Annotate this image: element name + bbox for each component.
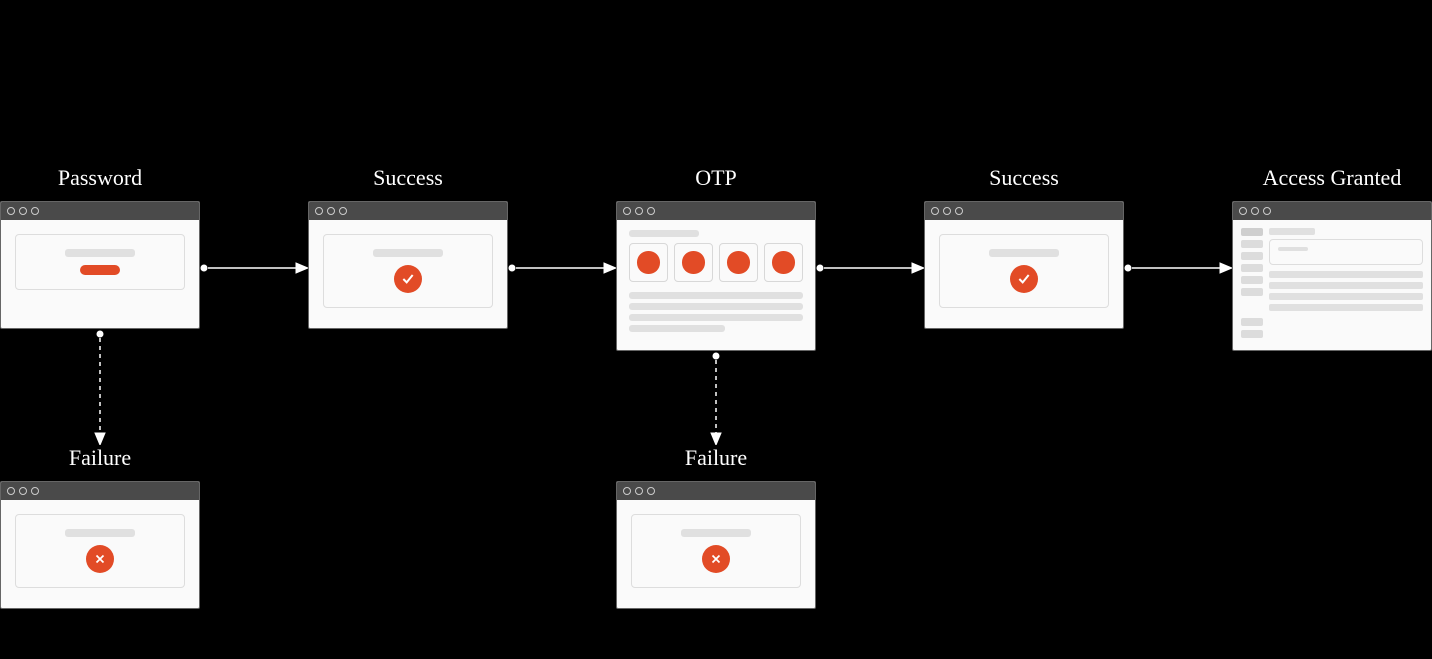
arrow-right-icon (816, 262, 924, 274)
check-icon (394, 265, 422, 293)
placeholder-bar (629, 303, 803, 310)
check-icon (1010, 265, 1038, 293)
otp-panel (617, 220, 815, 350)
node-failure-2: Failure (616, 445, 816, 609)
node-label: Password (0, 165, 200, 191)
placeholder-bar (629, 230, 699, 237)
arrow-right-icon (1124, 262, 1232, 274)
window-mock (924, 201, 1124, 329)
node-label: Failure (616, 445, 816, 471)
arrow-right-icon (200, 262, 308, 274)
window-titlebar (1, 482, 199, 500)
window-mock (308, 201, 508, 329)
node-failure-1: Failure (0, 445, 200, 609)
otp-digit (629, 243, 668, 282)
submit-pill (80, 265, 120, 275)
content-mock (1269, 228, 1423, 342)
window-titlebar (925, 202, 1123, 220)
access-panel (1233, 220, 1431, 350)
placeholder-bar (65, 529, 135, 537)
placeholder-bar (681, 529, 751, 537)
node-success-2: Success (924, 165, 1124, 329)
window-titlebar (1, 202, 199, 220)
failure-panel (15, 514, 185, 588)
otp-digit (719, 243, 758, 282)
password-panel (15, 234, 185, 290)
window-titlebar (617, 202, 815, 220)
window-titlebar (617, 482, 815, 500)
window-titlebar (309, 202, 507, 220)
arrow-right-icon (508, 262, 616, 274)
window-mock (616, 481, 816, 609)
x-icon (702, 545, 730, 573)
node-access-granted: Access Granted (1232, 165, 1432, 351)
node-label: Access Granted (1232, 165, 1432, 191)
arrow-down-dashed-icon (710, 352, 722, 445)
failure-panel (631, 514, 801, 588)
node-success-1: Success (308, 165, 508, 329)
node-password: Password (0, 165, 200, 329)
placeholder-bar (629, 325, 725, 332)
success-panel (323, 234, 493, 308)
node-label: Success (924, 165, 1124, 191)
success-panel (939, 234, 1109, 308)
placeholder-bar (629, 314, 803, 321)
window-mock (0, 481, 200, 609)
placeholder-bar (373, 249, 443, 257)
node-label: OTP (616, 165, 816, 191)
window-mock (616, 201, 816, 351)
otp-input-row (629, 243, 803, 282)
placeholder-bar (629, 292, 803, 299)
placeholder-bar (989, 249, 1059, 257)
otp-digit (764, 243, 803, 282)
window-mock (1232, 201, 1432, 351)
window-titlebar (1233, 202, 1431, 220)
otp-digit (674, 243, 713, 282)
x-icon (86, 545, 114, 573)
auth-flow-diagram: Password Success (0, 0, 1432, 659)
window-mock (0, 201, 200, 329)
node-otp: OTP (616, 165, 816, 351)
sidebar-mock (1241, 228, 1263, 342)
placeholder-bar (65, 249, 135, 257)
node-label: Failure (0, 445, 200, 471)
arrow-down-dashed-icon (94, 330, 106, 445)
node-label: Success (308, 165, 508, 191)
